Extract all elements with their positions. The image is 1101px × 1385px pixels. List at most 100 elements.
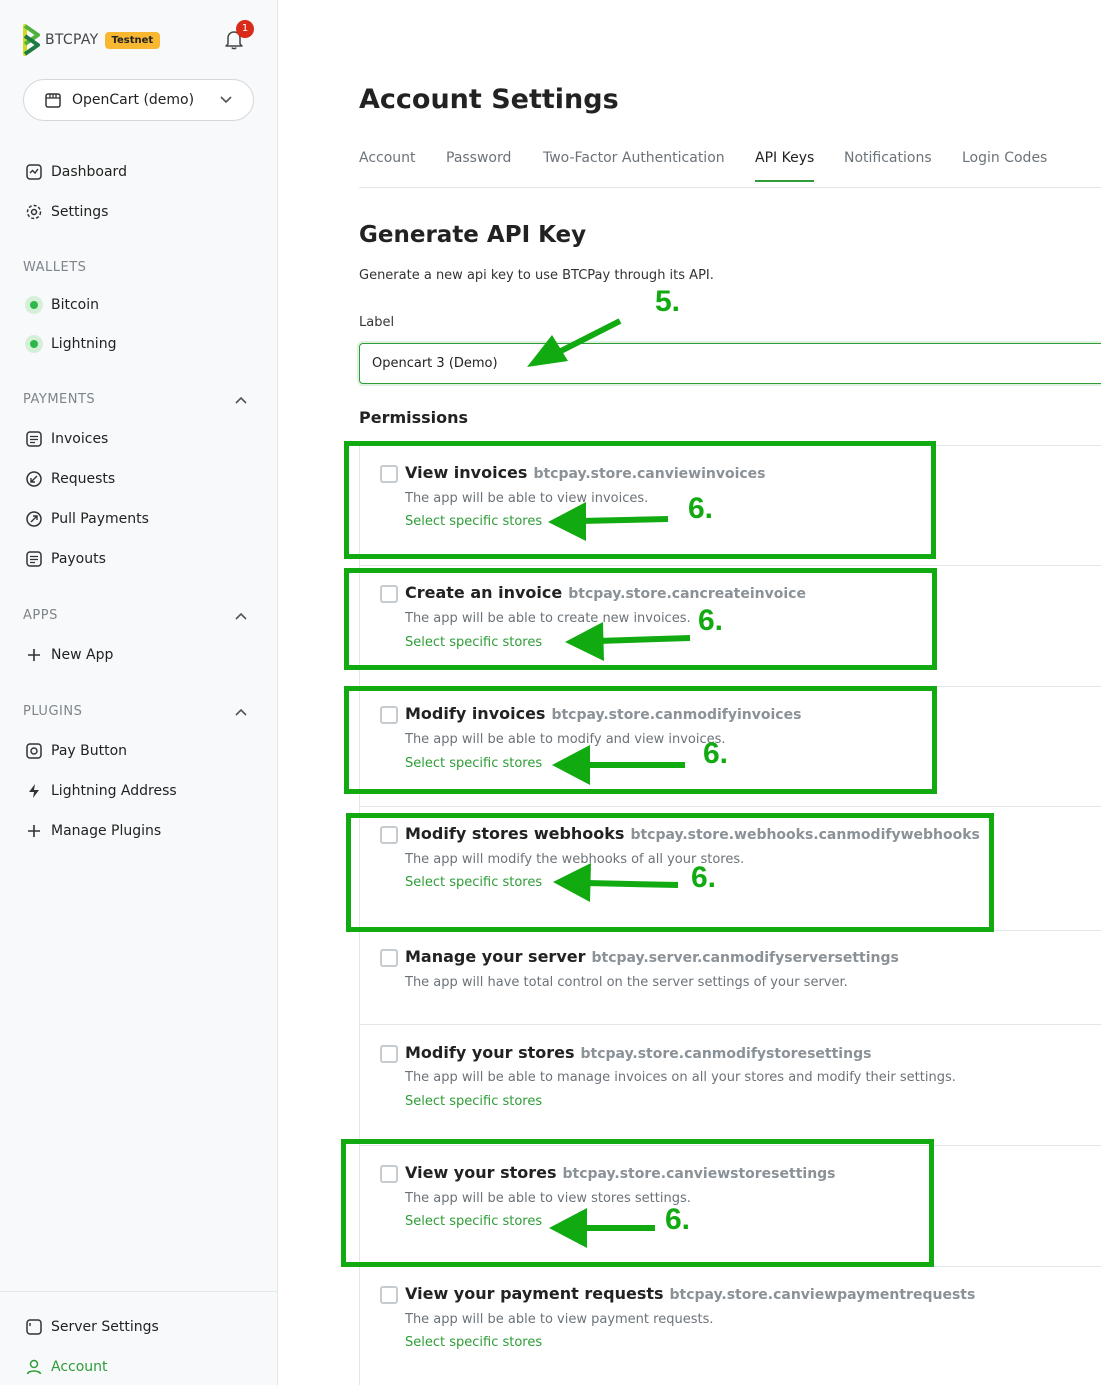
select-stores-link[interactable]: Select specific stores xyxy=(405,1335,542,1350)
permission-title-text: Manage your server xyxy=(405,947,586,966)
permission-title-text: Modify your stores xyxy=(405,1043,575,1062)
annotation-box xyxy=(344,686,937,794)
annotation-step-label: 6. xyxy=(698,604,724,637)
annotation-step-label: 5. xyxy=(655,285,681,318)
apps-section-label: APPS xyxy=(23,608,58,623)
annotation-step-label: 6. xyxy=(703,737,729,770)
nav-settings[interactable]: Settings xyxy=(25,203,108,221)
permissions-heading: Permissions xyxy=(359,408,469,427)
store-icon xyxy=(45,93,61,108)
nav-requests[interactable]: Requests xyxy=(25,470,115,488)
payout-icon xyxy=(25,550,43,568)
permission-checkbox[interactable] xyxy=(380,949,398,967)
tab-two-factor[interactable]: Two-Factor Authentication xyxy=(543,150,725,180)
nav-lightning[interactable]: Lightning xyxy=(25,335,116,353)
section-subtitle: Generate a new api key to use BTCPay thr… xyxy=(359,268,714,283)
gear-icon xyxy=(25,203,43,221)
sidebar-divider xyxy=(0,1291,278,1292)
plus-icon xyxy=(25,822,43,840)
btcpay-logo[interactable]: BTCPAY Testnet xyxy=(23,24,161,56)
nav-pay-button-label: Pay Button xyxy=(51,743,128,759)
status-dot-icon xyxy=(25,296,43,314)
permission-description: The app will be able to view payment req… xyxy=(405,1312,714,1327)
annotation-step-label: 6. xyxy=(665,1203,691,1236)
nav-payouts-label: Payouts xyxy=(51,551,106,567)
pull-payment-icon xyxy=(25,510,43,528)
nav-server-settings-label: Server Settings xyxy=(51,1319,159,1335)
pay-button-icon xyxy=(25,742,43,760)
chevron-up-icon[interactable] xyxy=(233,393,249,407)
store-selector[interactable]: OpenCart (demo) xyxy=(23,79,254,121)
permission-policy: btcpay.store.canviewpaymentrequests xyxy=(669,1287,976,1303)
notification-count-badge: 1 xyxy=(236,20,254,38)
permission-policy: btcpay.server.canmodifyserversettings xyxy=(591,950,899,966)
permission-row: View your payment requests btcpay.store.c… xyxy=(359,1266,1101,1385)
nav-manage-plugins[interactable]: Manage Plugins xyxy=(25,822,161,840)
nav-invoices[interactable]: Invoices xyxy=(25,430,108,448)
permission-row: Manage your server btcpay.server.canmodif… xyxy=(359,930,1101,1024)
nav-account[interactable]: Account xyxy=(25,1358,108,1376)
tab-api-keys[interactable]: API Keys xyxy=(755,150,815,182)
permission-title: View your payment requests btcpay.store.c… xyxy=(405,1284,975,1303)
invoice-icon xyxy=(25,430,43,448)
nav-manage-plugins-label: Manage Plugins xyxy=(51,823,162,839)
lightning-bolt-icon xyxy=(25,782,43,800)
chevron-up-icon[interactable] xyxy=(233,609,249,623)
user-icon xyxy=(25,1358,43,1376)
nav-server-settings[interactable]: Server Settings xyxy=(25,1318,159,1336)
permission-title: Modify your stores btcpay.store.canmodify… xyxy=(405,1043,871,1062)
nav-lightning-address-label: Lightning Address xyxy=(51,783,177,799)
nav-bitcoin[interactable]: Bitcoin xyxy=(25,296,99,314)
store-name: OpenCart (demo) xyxy=(72,92,195,108)
permission-policy: btcpay.store.canmodifystoresettings xyxy=(580,1046,872,1062)
nav-requests-label: Requests xyxy=(51,471,116,487)
annotation-step-label: 6. xyxy=(688,492,714,525)
plus-icon xyxy=(25,646,43,664)
tab-login-codes[interactable]: Login Codes xyxy=(962,150,1047,180)
annotation-box xyxy=(346,813,994,932)
page-title: Account Settings xyxy=(359,84,619,115)
request-icon xyxy=(25,470,43,488)
nav-new-app[interactable]: New App xyxy=(25,646,113,664)
annotation-box xyxy=(344,441,936,559)
testnet-badge: Testnet xyxy=(104,31,161,49)
btcpay-logo-icon xyxy=(23,24,40,56)
dashboard-icon xyxy=(25,163,43,181)
label-caption: Label xyxy=(359,315,395,330)
nav-pull-payments-label: Pull Payments xyxy=(51,511,149,527)
annotation-step-label: 6. xyxy=(691,861,717,894)
tab-notifications[interactable]: Notifications xyxy=(844,150,932,180)
payments-section-label: PAYMENTS xyxy=(23,392,96,407)
nav-dashboard[interactable]: Dashboard xyxy=(25,163,127,181)
nav-lightning-address[interactable]: Lightning Address xyxy=(25,782,177,800)
nav-invoices-label: Invoices xyxy=(51,431,109,447)
plugins-section-label: PLUGINS xyxy=(23,704,83,719)
permission-description: The app will be able to manage invoices … xyxy=(405,1070,956,1085)
chevron-up-icon[interactable] xyxy=(233,705,249,719)
permission-row: Modify your stores btcpay.store.canmodify… xyxy=(359,1024,1101,1145)
select-stores-link[interactable]: Select specific stores xyxy=(405,1094,542,1109)
label-input[interactable] xyxy=(359,343,1101,384)
tab-account[interactable]: Account xyxy=(359,150,416,180)
permission-checkbox[interactable] xyxy=(380,1045,398,1063)
nav-lightning-label: Lightning xyxy=(51,336,117,352)
tab-password[interactable]: Password xyxy=(446,150,511,180)
nav-pull-payments[interactable]: Pull Payments xyxy=(25,510,149,528)
account-tabs: Account Password Two-Factor Authenticati… xyxy=(359,150,1101,188)
nav-bitcoin-label: Bitcoin xyxy=(51,297,100,313)
permission-title: Manage your server btcpay.server.canmodif… xyxy=(405,947,899,966)
annotation-box xyxy=(344,568,937,670)
nav-payouts[interactable]: Payouts xyxy=(25,550,106,568)
status-dot-icon xyxy=(25,335,43,353)
permission-checkbox[interactable] xyxy=(380,1286,398,1304)
section-heading: Generate API Key xyxy=(359,222,587,248)
nav-dashboard-label: Dashboard xyxy=(51,164,127,180)
wallets-section-label: WALLETS xyxy=(23,260,87,275)
nav-new-app-label: New App xyxy=(51,647,114,663)
annotation-box xyxy=(341,1139,934,1267)
sidebar: BTCPAY Testnet 1 OpenCart (demo) Dashboa… xyxy=(0,0,278,1385)
server-icon xyxy=(25,1318,43,1336)
brand-name: BTCPAY xyxy=(45,32,99,48)
nav-pay-button[interactable]: Pay Button xyxy=(25,742,127,760)
chevron-down-icon xyxy=(220,96,232,104)
